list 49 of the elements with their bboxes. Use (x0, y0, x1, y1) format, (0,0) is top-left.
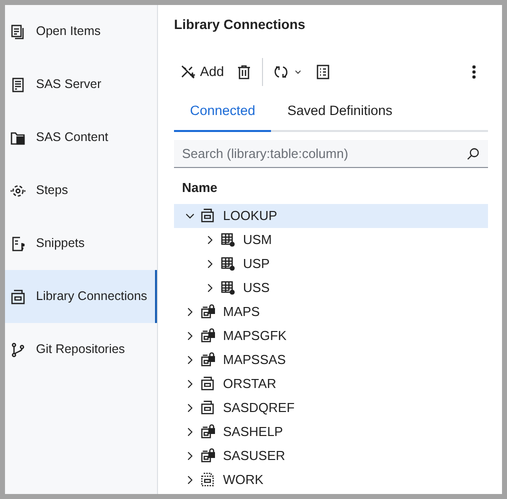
sidebar-item[interactable]: Open Items (5, 5, 157, 58)
tree-item[interactable]: LOOKUP (174, 204, 488, 228)
locked-library-icon (200, 304, 215, 320)
folder-icon (10, 130, 26, 146)
table-icon (220, 280, 235, 296)
tree-item[interactable]: MAPSSAS (174, 348, 488, 372)
sidebar-item[interactable]: SAS Content (5, 111, 157, 164)
tree-item[interactable]: ORSTAR (174, 372, 488, 396)
server-icon (10, 76, 26, 92)
sidebar-item[interactable]: Snippets (5, 217, 157, 270)
add-button[interactable]: Add (174, 58, 230, 86)
tree-item[interactable]: SASDQREF (174, 396, 488, 420)
git-icon (10, 342, 26, 358)
tree-item[interactable]: USP (174, 252, 488, 276)
tree-item[interactable]: USS (174, 276, 488, 300)
locked-library-icon (200, 352, 215, 368)
sidebar-item[interactable]: Library Connections (5, 270, 157, 323)
locked-library-icon (200, 328, 215, 344)
temp-library-icon (200, 472, 215, 488)
locked-library-icon (200, 424, 215, 440)
library-icon (200, 400, 215, 416)
tab[interactable]: Saved Definitions (271, 95, 408, 132)
list-icon (315, 64, 332, 80)
tree-item[interactable]: MAPS (174, 300, 488, 324)
sidebar-item[interactable]: SAS Server (5, 58, 157, 111)
steps-icon (10, 182, 26, 198)
library-icon (200, 376, 215, 392)
sidebar-item[interactable]: Steps (5, 164, 157, 217)
search-icon (466, 147, 480, 162)
tab[interactable]: Connected (174, 95, 272, 132)
search-field[interactable]: Search (library:table:column) (174, 140, 488, 168)
tree-item[interactable]: MAPSGFK (174, 324, 488, 348)
locked-library-icon (200, 448, 215, 464)
tree-item[interactable]: SASUSER (174, 444, 488, 468)
library-icon (200, 208, 215, 224)
library-icon (10, 288, 26, 304)
table-icon (220, 232, 235, 248)
panel-title: Library Connections (174, 16, 306, 34)
refresh-icon (273, 64, 290, 80)
documents-icon (10, 24, 26, 40)
trash-icon (236, 64, 252, 80)
tree-item[interactable]: USM (174, 228, 488, 252)
tree-item[interactable]: SASHELP (174, 420, 488, 444)
column-header: Name (181, 179, 218, 198)
tree-item[interactable]: WORK (174, 468, 488, 492)
sidebar-item[interactable]: Git Repositories (5, 323, 157, 376)
add-library-icon (180, 64, 196, 80)
snippet-icon (10, 236, 26, 252)
table-icon (220, 256, 235, 272)
